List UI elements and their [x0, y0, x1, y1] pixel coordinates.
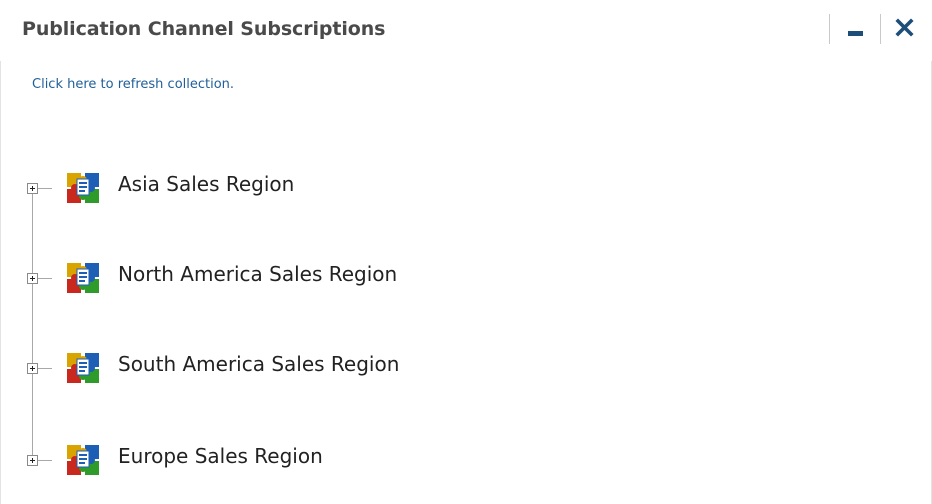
expand-plus-icon[interactable]: [27, 273, 38, 284]
tree-branch-line: [38, 188, 52, 189]
portlet-titlebar: Publication Channel Subscriptions: [0, 0, 932, 61]
tree-branch-line: [38, 460, 52, 461]
tree-node-south-america-sales-region[interactable]: South America Sales Region: [0, 352, 932, 403]
portlet-title: Publication Channel Subscriptions: [22, 18, 386, 40]
tree-branch-line: [38, 278, 52, 279]
refresh-collection-link[interactable]: Click here to refresh collection.: [32, 77, 234, 92]
publication-channel-icon[interactable]: [66, 351, 100, 385]
tree-node-label[interactable]: Europe Sales Region: [118, 444, 323, 468]
expand-plus-icon[interactable]: [27, 183, 38, 194]
publication-channel-portlet: Publication Channel Subscriptions Click …: [0, 0, 932, 504]
expand-plus-icon[interactable]: [27, 363, 38, 374]
tree-node-label[interactable]: North America Sales Region: [118, 262, 397, 286]
tree-node-label[interactable]: South America Sales Region: [118, 352, 399, 376]
tree-connector-line: [32, 192, 33, 456]
titlebar-divider: [829, 14, 830, 44]
titlebar-divider: [880, 14, 881, 44]
tree-node-north-america-sales-region[interactable]: North America Sales Region: [0, 262, 932, 313]
expand-plus-icon[interactable]: [27, 455, 38, 466]
publication-channel-icon[interactable]: [66, 261, 100, 295]
close-button[interactable]: [893, 16, 917, 40]
minimize-button[interactable]: [844, 18, 868, 42]
publication-channel-icon[interactable]: [66, 171, 100, 205]
tree-node-label[interactable]: Asia Sales Region: [118, 172, 294, 196]
close-icon: [895, 18, 914, 37]
minimize-icon: [848, 31, 863, 36]
portlet-border-left: [0, 0, 1, 504]
tree-node-asia-sales-region[interactable]: Asia Sales Region: [0, 172, 932, 223]
publication-channel-icon[interactable]: [66, 443, 100, 477]
tree-branch-line: [38, 368, 52, 369]
tree-node-europe-sales-region[interactable]: Europe Sales Region: [0, 444, 932, 495]
